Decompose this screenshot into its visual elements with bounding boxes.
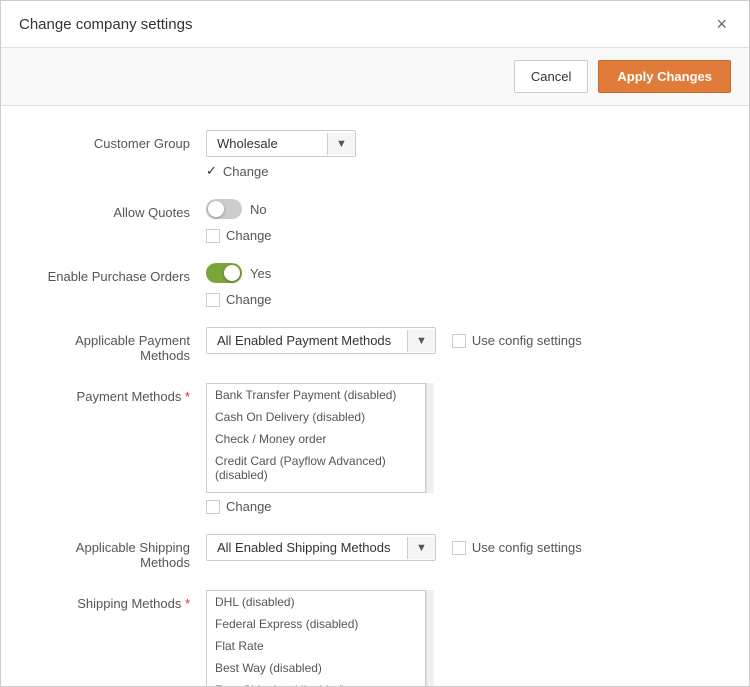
customer-group-control: Wholesale General Retailer ▼ ✓ Change [206, 130, 719, 179]
payment-methods-listbox[interactable]: Bank Transfer Payment (disabled)Cash On … [206, 383, 426, 493]
apply-changes-button[interactable]: Apply Changes [598, 60, 731, 93]
list-item[interactable]: DHL (disabled) [207, 591, 425, 613]
shipping-use-config-text: Use config settings [472, 540, 582, 555]
enable-purchase-orders-toggle[interactable] [206, 263, 242, 283]
applicable-payment-methods-arrow-icon: ▼ [407, 330, 435, 352]
applicable-payment-methods-control: All Enabled Payment Methods Specific Pay… [206, 327, 719, 354]
shipping-use-config-label[interactable]: Use config settings [452, 540, 582, 555]
applicable-shipping-methods-control: All Enabled Shipping Methods Specific Sh… [206, 534, 719, 561]
close-button[interactable]: × [712, 15, 731, 33]
enable-purchase-orders-toggle-wrapper: Yes [206, 263, 271, 283]
shipping-use-config-checkbox[interactable] [452, 541, 466, 555]
applicable-payment-methods-select[interactable]: All Enabled Payment Methods Specific Pay… [207, 328, 407, 353]
list-item[interactable]: Bank Transfer Payment (disabled) [207, 384, 425, 406]
modal-toolbar: Cancel Apply Changes [1, 48, 749, 106]
customer-group-change-check-row: ✓ Change [206, 163, 719, 179]
customer-group-change-label: Change [223, 164, 269, 179]
list-item[interactable]: Flat Rate [207, 635, 425, 657]
customer-group-row: Customer Group Wholesale General Retaile… [31, 130, 719, 179]
enable-purchase-orders-change-label: Change [226, 292, 272, 307]
applicable-shipping-methods-select-wrapper: All Enabled Shipping Methods Specific Sh… [206, 534, 436, 561]
applicable-payment-methods-row: Applicable Payment Methods All Enabled P… [31, 327, 719, 363]
list-item[interactable]: Check / Money order [207, 428, 425, 450]
payment-use-config-label[interactable]: Use config settings [452, 333, 582, 348]
enable-purchase-orders-label: Enable Purchase Orders [31, 263, 206, 284]
payment-methods-change-label: Change [226, 499, 272, 514]
enable-purchase-orders-row: Enable Purchase Orders Yes Change [31, 263, 719, 307]
applicable-payment-methods-inline: All Enabled Payment Methods Specific Pay… [206, 327, 719, 354]
shipping-methods-listbox[interactable]: DHL (disabled)Federal Express (disabled)… [206, 590, 426, 686]
enable-purchase-orders-change-row: Change [206, 292, 719, 307]
applicable-shipping-methods-label: Applicable Shipping Methods [31, 534, 206, 570]
list-item[interactable]: Best Way (disabled) [207, 657, 425, 679]
list-item[interactable]: Federal Express (disabled) [207, 613, 425, 635]
payment-methods-label: Payment Methods [31, 383, 206, 404]
modal-body: Customer Group Wholesale General Retaile… [1, 106, 749, 686]
allow-quotes-change-label: Change [226, 228, 272, 243]
allow-quotes-change-row: Change [206, 228, 719, 243]
payment-methods-control: Bank Transfer Payment (disabled)Cash On … [206, 383, 719, 514]
applicable-payment-methods-select-wrapper: All Enabled Payment Methods Specific Pay… [206, 327, 436, 354]
payment-methods-scrollbar [426, 383, 434, 493]
checkmark-icon: ✓ [206, 163, 217, 179]
payment-methods-change-row: Change [206, 499, 719, 514]
customer-group-select[interactable]: Wholesale General Retailer [207, 131, 327, 156]
customer-group-label: Customer Group [31, 130, 206, 151]
allow-quotes-row: Allow Quotes No Change [31, 199, 719, 243]
allow-quotes-change-checkbox[interactable] [206, 229, 220, 243]
applicable-shipping-methods-row: Applicable Shipping Methods All Enabled … [31, 534, 719, 570]
list-item[interactable]: Credit Card (Payflow Advanced) (disabled… [207, 450, 425, 486]
cancel-button[interactable]: Cancel [514, 60, 588, 93]
allow-quotes-toggle-text: No [250, 202, 267, 217]
payment-methods-change-checkbox[interactable] [206, 500, 220, 514]
customer-group-select-wrapper: Wholesale General Retailer ▼ [206, 130, 356, 157]
enable-purchase-orders-toggle-text: Yes [250, 266, 271, 281]
shipping-methods-listbox-wrapper: DHL (disabled)Federal Express (disabled)… [206, 590, 719, 686]
enable-purchase-orders-change-checkbox[interactable] [206, 293, 220, 307]
allow-quotes-label: Allow Quotes [31, 199, 206, 220]
modal-title-bar: Change company settings × [1, 1, 749, 48]
list-item[interactable]: Credit Card (Payflow Link) (disabled) [207, 486, 425, 493]
shipping-methods-control: DHL (disabled)Federal Express (disabled)… [206, 590, 719, 686]
enable-purchase-orders-control: Yes Change [206, 263, 719, 307]
enable-purchase-orders-toggle-knob [224, 265, 240, 281]
payment-methods-row: Payment Methods Bank Transfer Payment (d… [31, 383, 719, 514]
shipping-methods-scrollbar [426, 590, 434, 686]
applicable-payment-methods-label: Applicable Payment Methods [31, 327, 206, 363]
allow-quotes-toggle-knob [208, 201, 224, 217]
shipping-methods-row: Shipping Methods DHL (disabled)Federal E… [31, 590, 719, 686]
allow-quotes-toggle[interactable] [206, 199, 242, 219]
modal: Change company settings × Cancel Apply C… [0, 0, 750, 687]
modal-title: Change company settings [19, 16, 192, 33]
list-item[interactable]: Cash On Delivery (disabled) [207, 406, 425, 428]
payment-use-config-text: Use config settings [472, 333, 582, 348]
applicable-shipping-methods-arrow-icon: ▼ [407, 537, 435, 559]
allow-quotes-toggle-wrapper: No [206, 199, 267, 219]
payment-methods-listbox-wrapper: Bank Transfer Payment (disabled)Cash On … [206, 383, 719, 493]
customer-group-select-arrow-icon: ▼ [327, 133, 355, 155]
allow-quotes-control: No Change [206, 199, 719, 243]
shipping-methods-label: Shipping Methods [31, 590, 206, 611]
applicable-shipping-methods-select[interactable]: All Enabled Shipping Methods Specific Sh… [207, 535, 407, 560]
payment-use-config-checkbox[interactable] [452, 334, 466, 348]
applicable-shipping-methods-inline: All Enabled Shipping Methods Specific Sh… [206, 534, 719, 561]
